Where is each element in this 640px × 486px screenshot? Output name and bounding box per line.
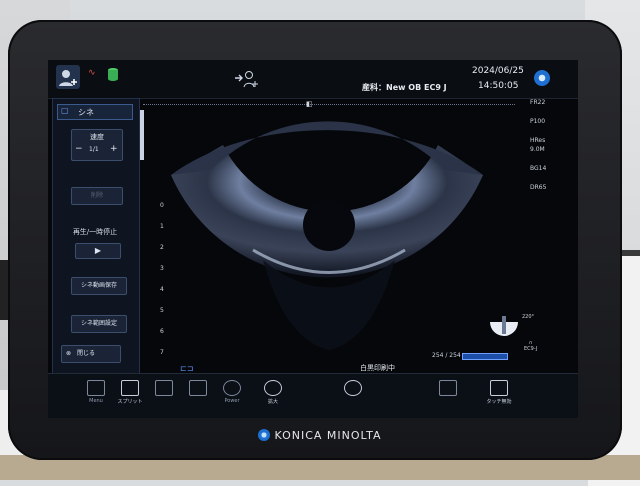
cine-save-button[interactable]: シネ動画保存 [71,277,127,295]
depth-tick-label: 5 [160,307,164,314]
delete-button[interactable]: 削除 [71,187,123,205]
cine-progress-bar[interactable] [462,353,508,360]
tab-cine[interactable]: ▢ シネ [57,104,133,120]
depth-scale: 0 1 2 3 4 5 6 7 [160,202,172,362]
play-button[interactable]: ▶ [75,243,121,259]
cine-marker-icon: ⊏⊐ [180,364,194,373]
cine-scroll-indicator[interactable] [140,110,144,160]
image-params: FR22 P100 HRes 9.0M BG14 DR65 [530,98,576,228]
layout2-icon [189,380,207,396]
param-freq: 9.0M [530,146,545,153]
split-icon [121,380,139,396]
speed-plus-button[interactable]: + [110,144,118,154]
param-p: P100 [530,118,546,125]
exam-label: 産科：New OB EC9 J [362,83,447,92]
depth-tick-label: 4 [160,286,164,293]
probe-orientation-icon [484,314,524,344]
close-icon: ⊗ [66,350,72,357]
touch-disable-button[interactable]: タッチ無効 [476,380,522,405]
param-fr: FR22 [530,99,546,106]
depth-tick-label: 0 [160,202,164,209]
top-bar: ∿ 産科：New OB EC9 J 2024/06/25 14:50:05 [48,60,578,99]
param-hres: HRes [530,137,546,144]
bottom-bar: Menu スプリット Power 拡大 タッチ無効 [48,373,578,418]
depth-tick-label: 7 [160,349,164,356]
play-pause-label: 再生/一時停止 [72,228,118,236]
layout-icon [155,380,173,396]
cine-counter: 254 / 254 [432,352,461,359]
probe-footprint [303,199,355,251]
depth-tick-label: 1 [160,223,164,230]
rotate-icon [344,380,362,396]
depth-tick-label: 3 [160,265,164,272]
time-display: 14:50:05 [478,81,519,91]
grid-button[interactable] [428,380,468,398]
probe-label: ∩ EC9-J [524,340,538,352]
zoom-icon [264,380,282,396]
patient-transfer-icon[interactable] [234,68,260,90]
param-bg: BG14 [530,165,547,172]
cine-range-button[interactable]: シネ範囲設定 [71,315,127,333]
date-display: 2024/06/25 [472,66,524,76]
depth-tick-label: 2 [160,244,164,251]
power-icon [223,380,241,396]
probe-angle: 220° [522,314,535,320]
speed-minus-button[interactable]: − [75,144,83,154]
grid-icon [439,380,457,396]
zoom-button[interactable]: 拡大 [253,380,293,405]
power-button[interactable]: Power [212,380,252,404]
cine-panel: ▢ シネ 速度 − 1/1 + 削除 再生/一時停止 ▶ シネ動画保存 シネ範囲… [52,98,140,375]
close-button[interactable]: ⊗ 閉じる [61,345,121,363]
speed-control: 速度 − 1/1 + [71,129,123,161]
konica-minolta-logo-icon [258,429,271,441]
print-status: 白黒印刷中 [360,364,395,372]
database-icon[interactable] [106,66,120,84]
param-dr: DR65 [530,184,547,191]
depth-tick-label: 6 [160,328,164,335]
konica-minolta-logo [534,70,550,86]
rotate-button[interactable] [333,380,373,398]
speed-value: 1/1 [89,146,99,153]
patient-add-icon[interactable] [56,65,80,89]
ultrasound-screen: ∿ 産科：New OB EC9 J 2024/06/25 14:50:05 ◧ … [48,60,578,418]
touch-disable-icon [490,380,508,396]
menu-icon [87,380,105,396]
speed-label: 速度 [90,133,104,141]
monitor-brand: KONICA MINOLTA [0,429,640,442]
cine-icon: ▢ [61,106,69,115]
ultrasound-image[interactable] [143,100,515,375]
measurement-icon[interactable]: ∿ [88,68,102,82]
